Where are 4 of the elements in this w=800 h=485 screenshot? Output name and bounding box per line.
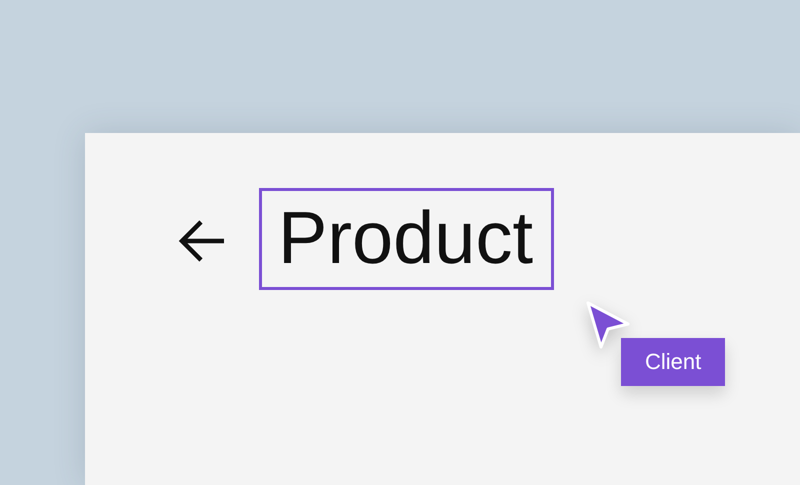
- cursor-pointer-icon: [584, 300, 632, 350]
- back-arrow-icon[interactable]: [177, 219, 227, 263]
- page-title[interactable]: Product: [259, 188, 554, 290]
- cursor-label: Client: [621, 338, 726, 386]
